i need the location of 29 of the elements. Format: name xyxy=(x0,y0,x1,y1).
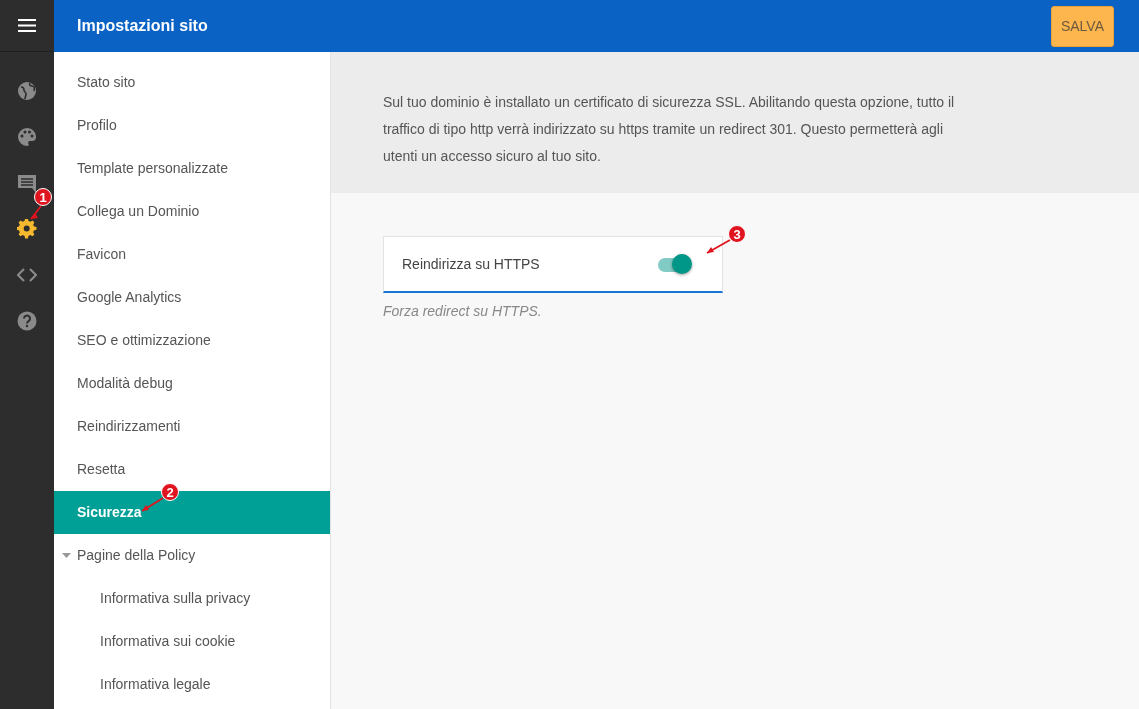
comment-icon[interactable] xyxy=(17,173,37,193)
sidebar-item[interactable]: Google Analytics xyxy=(54,276,330,319)
sidebar-item[interactable]: Stato sito xyxy=(54,61,330,104)
menu-icon[interactable] xyxy=(18,19,36,32)
sidebar-item[interactable]: Informativa sulla privacy xyxy=(54,577,330,620)
sidebar-item[interactable]: SEO e ottimizzazione xyxy=(54,319,330,362)
sidebar-item[interactable]: Modalità debug xyxy=(54,362,330,405)
sidebar-item[interactable]: Reindirizzamenti xyxy=(54,405,330,448)
settings-icon[interactable] xyxy=(17,219,37,239)
page-title: Impostazioni sito xyxy=(77,16,208,36)
setting-label: Reindirizza su HTTPS xyxy=(402,254,540,274)
help-icon[interactable] xyxy=(17,311,37,331)
sidebar-item[interactable]: Pagine della Policy xyxy=(54,534,330,577)
palette-icon[interactable] xyxy=(17,127,37,147)
save-button[interactable]: SALVA xyxy=(1050,5,1114,47)
sidebar-item[interactable]: Favicon xyxy=(54,233,330,276)
caret-icon xyxy=(62,553,71,558)
description-text: Sul tuo dominio è installato un certificato di sicurezza SSL. Abilitando questa opzione, tutto il traffico di tipo http verrà indirizzato su https tramite un redirect 301. Questo permetterà agli utenti un accesso sicuro al tuo sito. xyxy=(383,93,956,166)
annotation-arrow xyxy=(706,239,731,254)
sidebar-item[interactable]: Profilo xyxy=(54,104,330,147)
sidebar-item[interactable]: Collega un Dominio xyxy=(54,190,330,233)
globe-icon[interactable] xyxy=(17,81,37,101)
sidebar-item[interactable]: Informativa sui cookie xyxy=(54,620,330,663)
annotation-arrow xyxy=(30,205,42,220)
annotation-arrow xyxy=(141,497,164,512)
sidebar-item[interactable]: Template personalizzate xyxy=(54,147,330,190)
help-text: Forza redirect su HTTPS. xyxy=(383,302,543,321)
sidebar-item[interactable]: Informativa legale xyxy=(54,663,330,706)
toggle-switch[interactable] xyxy=(658,256,690,272)
